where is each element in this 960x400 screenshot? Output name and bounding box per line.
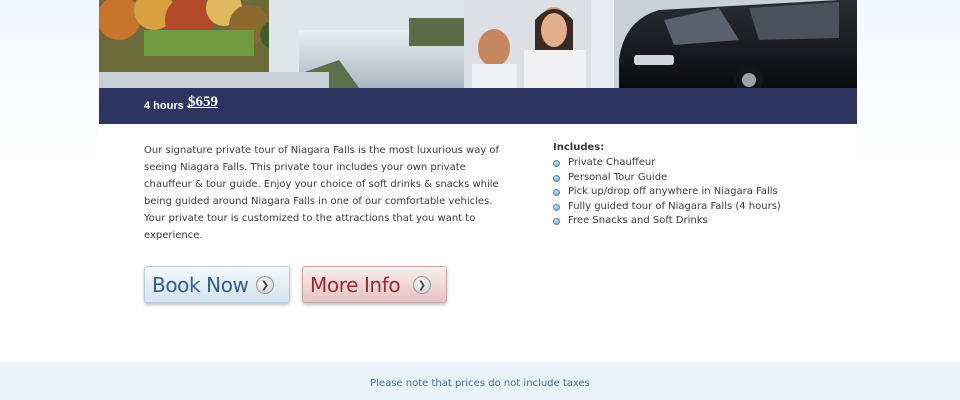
hero-photo	[99, 0, 857, 88]
tour-duration: 4 hours -	[144, 100, 191, 112]
bullet-icon	[553, 218, 560, 226]
list-item-label: Fully guided tour of Niagara Falls (4 ho…	[568, 200, 781, 212]
list-item-label: Pick up/drop off anywhere in Niagara Fal…	[568, 186, 778, 198]
bullet-icon	[553, 203, 560, 211]
chevron-right-icon: ❯	[256, 276, 274, 294]
list-item-label: Free Snacks and Soft Drinks	[568, 215, 708, 227]
price-bar: 4 hours - $659	[99, 88, 857, 124]
list-item: Fully guided tour of Niagara Falls (4 ho…	[553, 200, 813, 215]
tour-description: Our signature private tour of Niagara Fa…	[144, 145, 500, 241]
bullet-icon	[553, 160, 560, 167]
list-item-label: Private Chauffeur	[568, 157, 656, 168]
includes-list: Private Chauffeur Personal Tour Guide Pi…	[553, 156, 813, 229]
book-now-label: Book Now	[152, 272, 249, 297]
list-item: Free Snacks and Soft Drinks	[553, 214, 813, 229]
list-item: Pick up/drop off anywhere in Niagara Fal…	[553, 185, 813, 200]
includes-section: Includes: Private Chauffeur Personal Tou…	[553, 142, 813, 229]
list-item: Private Chauffeur	[553, 156, 813, 171]
chevron-right-icon: ❯	[413, 276, 431, 294]
list-item: Personal Tour Guide	[553, 171, 813, 186]
tax-note: Please note that prices do not include t…	[370, 378, 590, 389]
footer: Please note that prices do not include t…	[0, 362, 960, 400]
hero-image	[99, 0, 857, 88]
tour-price[interactable]: $659	[188, 94, 218, 111]
includes-heading: Includes:	[553, 142, 605, 153]
more-info-label: More Info	[310, 272, 401, 297]
book-now-button[interactable]: Book Now ❯	[144, 266, 290, 303]
more-info-button[interactable]: More Info ❯	[302, 266, 447, 303]
list-item-label: Personal Tour Guide	[568, 171, 668, 183]
bullet-icon	[553, 174, 560, 182]
tour-card: 4 hours - $659 Our signature private tou…	[99, 0, 857, 362]
bullet-icon	[553, 189, 560, 197]
